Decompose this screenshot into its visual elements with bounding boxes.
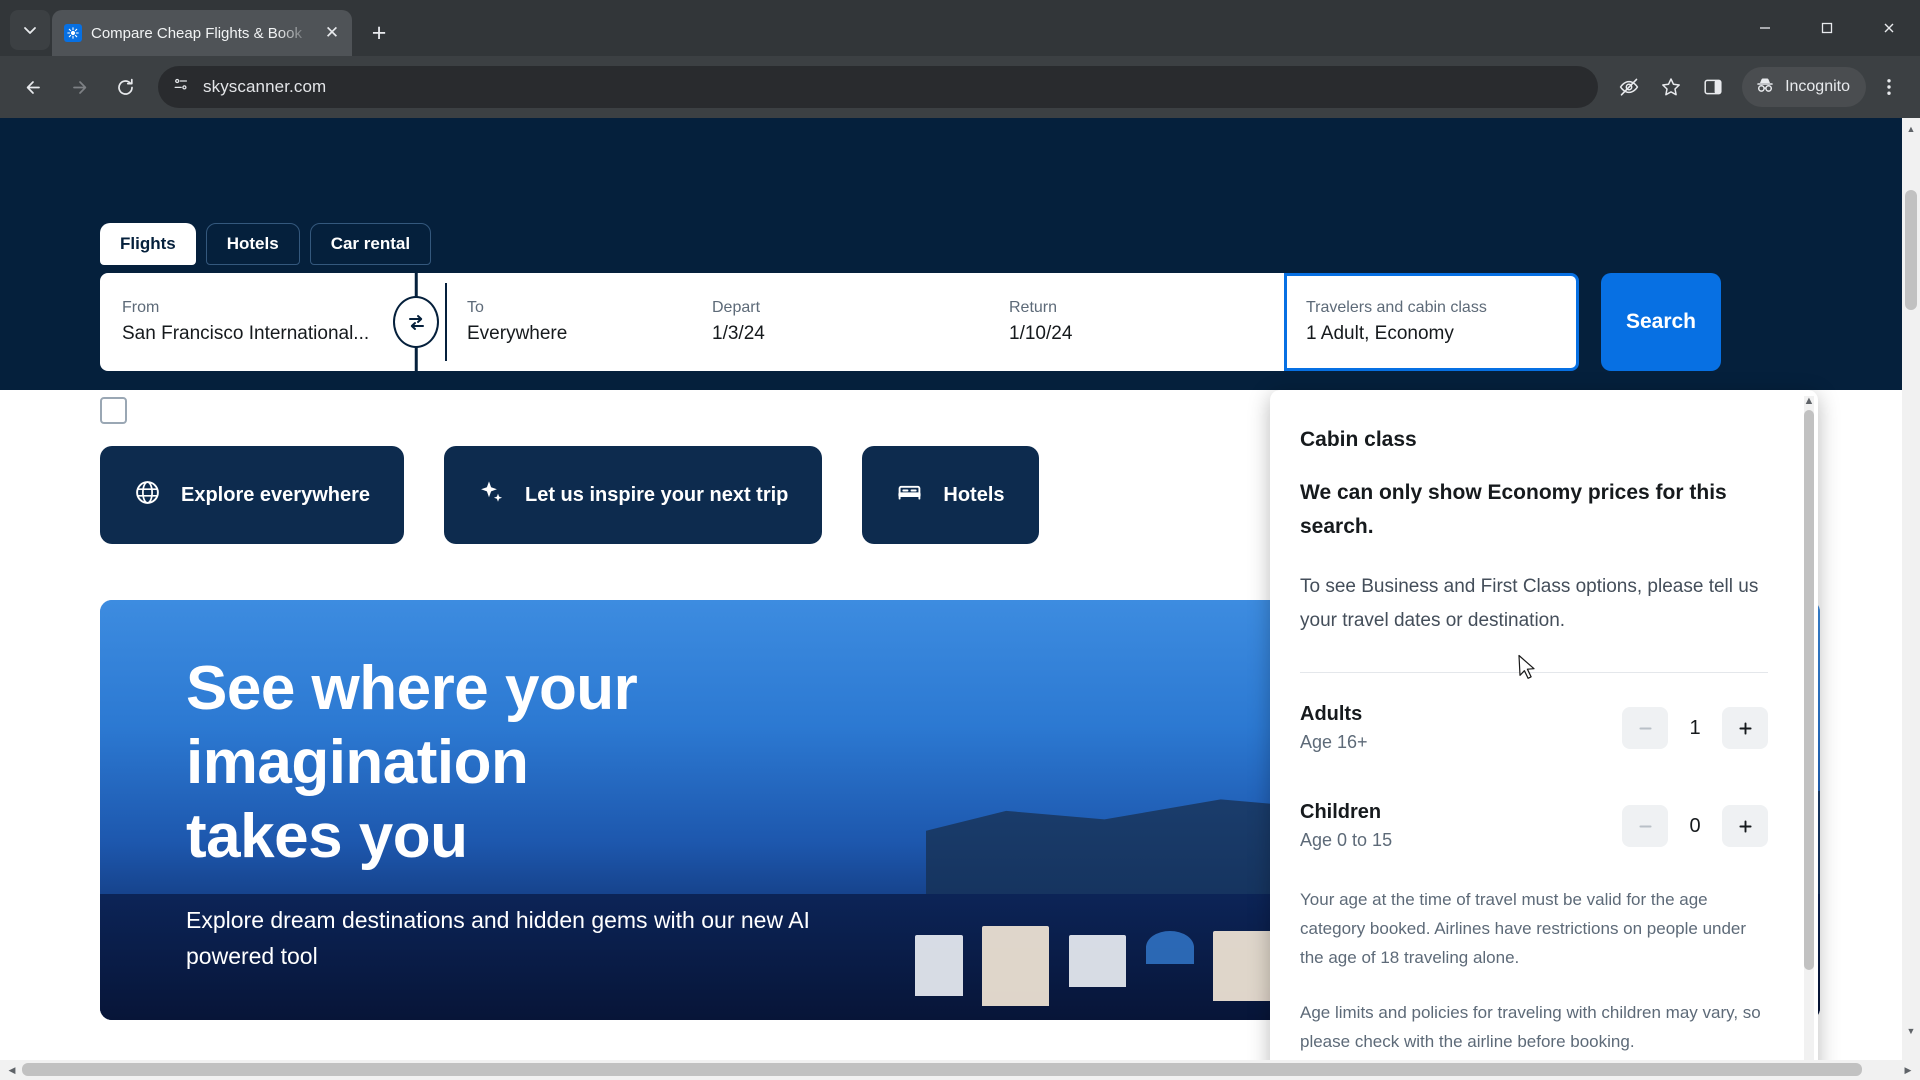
window-close-button[interactable] bbox=[1858, 0, 1920, 56]
direct-flights-label: Direct flights bbox=[141, 399, 258, 421]
page-vertical-scrollbar[interactable]: ▲ ▼ bbox=[1902, 118, 1920, 1062]
tab-title: Compare Cheap Flights & Book bbox=[91, 24, 302, 42]
adults-increment-button[interactable] bbox=[1722, 707, 1768, 749]
side-panel-icon[interactable] bbox=[1694, 68, 1732, 106]
adults-age: Age 16+ bbox=[1300, 732, 1368, 752]
dropdown-content: Cabin class We can only show Economy pri… bbox=[1270, 390, 1802, 1080]
new-tab-button[interactable]: + bbox=[362, 16, 396, 50]
page-horizontal-scrollbar-thumb[interactable] bbox=[22, 1063, 1862, 1076]
hero-copy: See where your imagination takes you Exp… bbox=[186, 652, 886, 974]
scroll-right-icon[interactable]: ▶ bbox=[1898, 1060, 1918, 1080]
travelers-value: 1 Adult, Economy bbox=[1306, 323, 1454, 344]
product-tabs: Flights Hotels Car rental bbox=[0, 118, 1920, 265]
inspire-trip-card[interactable]: Let us inspire your next trip bbox=[444, 446, 823, 544]
tab-search-button[interactable] bbox=[10, 10, 50, 50]
direct-flights-checkbox[interactable] bbox=[100, 397, 127, 424]
page-viewport: Flights Hotels Car rental From San Franc… bbox=[0, 118, 1920, 1080]
depart-label: Depart bbox=[712, 299, 761, 316]
hero-title-line3: takes you bbox=[186, 802, 468, 871]
tab-car-rental[interactable]: Car rental bbox=[309, 223, 432, 265]
explore-everywhere-label: Explore everywhere bbox=[181, 483, 370, 506]
travelers-cabin-class-field[interactable]: Travelers and cabin class 1 Adult, Econo… bbox=[1284, 273, 1579, 371]
cabin-class-notice: We can only show Economy prices for this… bbox=[1300, 481, 1727, 538]
scroll-down-icon[interactable]: ▼ bbox=[1902, 1022, 1920, 1040]
tab-close-icon[interactable]: ✕ bbox=[320, 21, 344, 45]
adults-count: 1 bbox=[1689, 716, 1701, 739]
incognito-label: Incognito bbox=[1785, 78, 1850, 95]
page-vertical-scrollbar-thumb[interactable] bbox=[1905, 190, 1917, 310]
toolbar-actions: Incognito bbox=[1610, 67, 1908, 107]
dropdown-scroll-up-icon[interactable]: ▲ bbox=[1802, 394, 1816, 408]
return-label: Return bbox=[1009, 299, 1058, 316]
hotels-label: Hotels bbox=[943, 483, 1005, 506]
to-value: Everywhere bbox=[467, 323, 568, 344]
to-label: To bbox=[467, 299, 484, 316]
cabin-class-heading: Cabin class bbox=[1300, 428, 1417, 451]
url-text: skyscanner.com bbox=[203, 77, 327, 96]
tab-flights[interactable]: Flights bbox=[100, 223, 196, 265]
forward-button[interactable] bbox=[58, 66, 100, 108]
children-age: Age 0 to 15 bbox=[1300, 830, 1393, 850]
cabin-class-notice-body: To see Business and First Class options,… bbox=[1300, 576, 1759, 631]
age-policy-note: Your age at the time of travel must be v… bbox=[1300, 890, 1747, 967]
globe-icon bbox=[134, 479, 161, 511]
page-horizontal-scrollbar[interactable]: ◀ ▶ bbox=[0, 1060, 1920, 1080]
window-minimize-button[interactable] bbox=[1734, 0, 1796, 56]
children-row: Children Age 0 to 15 0 bbox=[1300, 753, 1768, 851]
scroll-up-icon[interactable]: ▲ bbox=[1902, 120, 1920, 138]
eye-off-icon[interactable] bbox=[1610, 68, 1648, 106]
bed-icon bbox=[896, 479, 923, 511]
depart-date-field[interactable]: Depart 1/3/24 bbox=[690, 273, 987, 371]
page-info-icon[interactable] bbox=[172, 75, 191, 99]
travelers-label: Travelers and cabin class bbox=[1306, 299, 1487, 316]
return-value: 1/10/24 bbox=[1009, 323, 1073, 344]
incognito-icon bbox=[1754, 74, 1776, 101]
children-count: 0 bbox=[1689, 814, 1701, 837]
incognito-profile-button[interactable]: Incognito bbox=[1742, 67, 1866, 107]
browser-tab[interactable]: Compare Cheap Flights & Book ✕ bbox=[52, 10, 352, 56]
sparkle-icon bbox=[478, 479, 505, 511]
from-value: San Francisco International... bbox=[122, 323, 370, 344]
window-controls bbox=[1734, 0, 1920, 56]
children-info: Children Age 0 to 15 bbox=[1300, 801, 1392, 851]
return-date-field[interactable]: Return 1/10/24 bbox=[987, 273, 1284, 371]
hero-subtitle: Explore dream destinations and hidden ge… bbox=[186, 907, 810, 969]
browser-window: Compare Cheap Flights & Book ✕ + skyscan… bbox=[0, 0, 1920, 1080]
depart-value: 1/3/24 bbox=[712, 323, 765, 344]
back-button[interactable] bbox=[12, 66, 54, 108]
travelers-cabin-class-dropdown: Cabin class We can only show Economy pri… bbox=[1270, 390, 1818, 1080]
adults-row: Adults Age 16+ 1 bbox=[1300, 673, 1768, 753]
scroll-left-icon[interactable]: ◀ bbox=[2, 1060, 22, 1080]
children-stepper: 0 bbox=[1622, 805, 1768, 847]
children-increment-button[interactable] bbox=[1722, 805, 1768, 847]
star-icon[interactable] bbox=[1652, 68, 1690, 106]
search-hero-band: Flights Hotels Car rental From San Franc… bbox=[0, 118, 1920, 424]
hero-title-line2: imagination bbox=[186, 728, 529, 797]
dropdown-scrollbar-thumb[interactable] bbox=[1804, 410, 1814, 970]
children-label: Children bbox=[1300, 801, 1382, 823]
adults-decrement-button[interactable] bbox=[1622, 707, 1668, 749]
adults-stepper: 1 bbox=[1622, 707, 1768, 749]
three-dot-menu-icon[interactable] bbox=[1870, 68, 1908, 106]
window-maximize-button[interactable] bbox=[1796, 0, 1858, 56]
skyscanner-icon bbox=[64, 24, 82, 42]
from-label: From bbox=[122, 299, 160, 316]
browser-toolbar: skyscanner.com Incognito bbox=[0, 56, 1920, 118]
hotels-card[interactable]: Hotels bbox=[862, 446, 1039, 544]
reload-button[interactable] bbox=[104, 66, 146, 108]
children-decrement-button[interactable] bbox=[1622, 805, 1668, 847]
address-bar[interactable]: skyscanner.com bbox=[158, 66, 1599, 108]
inspire-trip-label: Let us inspire your next trip bbox=[525, 483, 789, 506]
flight-search-form: From San Francisco International... To E… bbox=[0, 273, 1920, 371]
to-field[interactable]: To Everywhere bbox=[445, 273, 690, 371]
search-button[interactable]: Search bbox=[1601, 273, 1721, 371]
children-policy-note: Age limits and policies for traveling wi… bbox=[1300, 1003, 1761, 1051]
hero-title-line1: See where your bbox=[186, 654, 638, 723]
swap-arrows-icon[interactable] bbox=[393, 296, 439, 348]
tab-strip: Compare Cheap Flights & Book ✕ + bbox=[0, 0, 1920, 56]
adults-label: Adults bbox=[1300, 703, 1363, 725]
adults-info: Adults Age 16+ bbox=[1300, 703, 1368, 753]
tab-hotels[interactable]: Hotels bbox=[205, 223, 300, 265]
explore-everywhere-card[interactable]: Explore everywhere bbox=[100, 446, 404, 544]
